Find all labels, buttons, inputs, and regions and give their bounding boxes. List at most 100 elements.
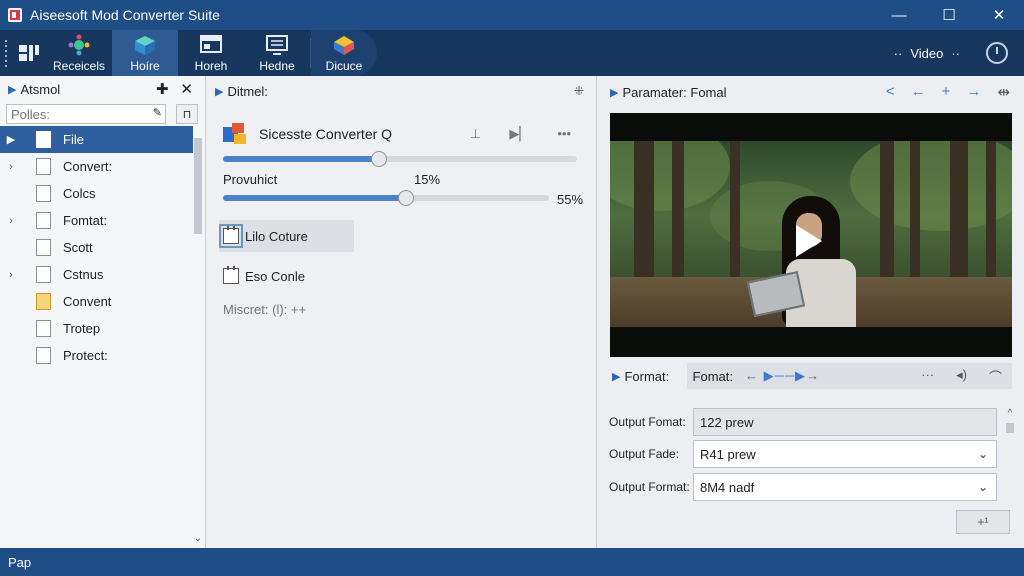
collapse-triangle-icon[interactable]: ▶ [610,86,618,99]
collapse-triangle-icon[interactable]: ▶ [8,83,16,96]
chevron-left-icon[interactable]: < [886,83,895,101]
converter-title: Sicesste Converter Q [259,126,393,142]
progress-slider[interactable] [223,190,549,206]
close-panel-icon[interactable]: ✕ [180,80,193,98]
edit-pen-icon[interactable]: ✎ [153,106,162,119]
collapse-icon[interactable]: ⇹ [997,83,1010,101]
menu-grid-icon[interactable] [12,30,46,76]
clock-icon[interactable] [986,42,1008,64]
pin-down-icon[interactable]: ⊥ [470,126,481,142]
arrow-right-icon[interactable]: → [966,83,981,101]
tree-item[interactable]: Colcs [0,180,193,207]
meta-text: Miscret: (l): ++ [223,302,307,317]
tree-item-label: Cstnus [63,267,104,282]
folder-tree: ▶ File › Convert: Colcs › Fomtat: Scott › Cstnus C… [0,126,193,369]
toolbar-item-dicuce[interactable]: Dicuce [311,30,377,76]
field-label: Output Format: [609,480,690,494]
tree-item-label: File [63,132,84,147]
library-panel: ▶ Atsmol ✚ ✕ ✎ ⊓ ▶ File › Convert: Colcs › Fom… [0,76,206,548]
library-panel-title: Atsmol [20,81,61,97]
field-value: 8M4 nadf [700,479,755,495]
progress-label: Provuhict [223,172,278,187]
slider-knob[interactable] [370,151,387,167]
expand-arrow-icon[interactable]: › [0,161,22,173]
puzzle-icon [66,34,92,56]
format-arrows-icon[interactable]: ← ▶──▶→ [745,368,820,384]
folder-icon [36,131,51,148]
video-preview[interactable] [610,113,1012,357]
more-icon[interactable]: ··· [921,367,934,386]
scrollbar-thumb[interactable] [194,138,202,234]
output-format-2-select[interactable]: 8M4 nadf ⌄ [693,473,997,501]
format-strip-label: Fomat: [692,368,734,384]
tree-item[interactable]: › Convert: [0,153,193,180]
folder-icon [36,266,51,283]
field-label: Output Fade: [609,447,680,461]
minimize-button[interactable]: — [874,0,924,30]
scroll-down-icon[interactable]: ⌄ [194,533,202,544]
parameter-panel-header: ▶ Paramater: Fomal < ← + → ⇹ [598,76,1024,108]
expand-arrow-icon[interactable]: › [0,269,22,281]
lilo-coture-button[interactable]: Lilo Coture [219,220,354,252]
settings-curve-icon[interactable]: ⌒ [989,367,1002,386]
tree-item[interactable]: Scott [0,234,193,261]
details-panel: ▶ Ditmel: ⁜ Sicesste Converter Q ⊥ ▶▏ ••… [207,76,597,548]
add-button[interactable]: +¹ [956,510,1010,534]
toolbar-grip[interactable] [0,30,12,76]
audio-icon[interactable]: ◂) [956,367,967,386]
tree-item-label: Convert: [63,159,113,174]
output-format-2-row: Output Format: 8M4 nadf ⌄ [609,473,999,501]
add-icon[interactable]: ✚ [156,80,169,98]
cube-icon [331,34,357,56]
format-toggle[interactable]: Format: [624,369,682,384]
output-fade-select[interactable]: R41 prew ⌄ [693,440,997,468]
parameter-scrollbar[interactable]: ^ [1004,408,1016,433]
format-bar: ▶ Format: Fomat: ← ▶──▶→ ··· ◂) ⌒ [610,363,1012,389]
more-icon[interactable]: ••• [557,126,571,142]
app-logo-icon [8,8,22,22]
expand-arrow-icon[interactable]: ▶ [0,133,22,146]
converter-row: Sicesste Converter Q ⊥ ▶▏ ••• [223,122,583,146]
maximize-button[interactable]: ☐ [924,0,974,30]
field-value: 122 prew [700,414,754,430]
tree-item[interactable]: Protect: [0,342,193,369]
toolbar-item-receicels[interactable]: Receicels [46,30,112,76]
filter-input[interactable] [6,104,166,124]
main-toolbar: Receicels Hoíre Horeh Hedne Dicuce ·· Vi… [0,30,1024,76]
video-dropdown-suffix: ·· [951,45,960,61]
toolbar-item-hedne[interactable]: Hedne [244,30,310,76]
title-bar: Aiseesoft Mod Converter Suite — ☐ ✕ [0,0,1024,30]
collapse-triangle-icon[interactable]: ▶ [612,370,620,383]
play-next-icon[interactable]: ▶▏ [509,126,529,142]
tree-item[interactable]: Trotep [0,315,193,342]
close-button[interactable]: ✕ [974,0,1024,30]
slider-fill [223,195,406,201]
filter-bar: ✎ ⊓ [0,102,205,126]
toolbar-item-label: Dicuce [325,59,363,73]
output-format-field[interactable]: 122 prew [693,408,997,436]
tree-item[interactable]: › Cstnus [0,261,193,288]
slider-knob[interactable] [397,190,414,206]
pin-button[interactable]: ⊓ [176,104,198,124]
plus-icon[interactable]: + [942,83,951,101]
calendar-icon [223,266,239,284]
expand-arrow-icon[interactable]: › [0,215,22,227]
toolbar-item-home[interactable]: Hoíre [112,30,178,76]
pin-icon[interactable]: ⁜ [574,84,584,98]
collapse-triangle-icon[interactable]: ▶ [215,85,223,98]
tree-item[interactable]: ▶ File [0,126,193,153]
eso-conle-button[interactable]: Eso Conle [219,260,305,292]
tree-item[interactable]: Convent [0,288,193,315]
scroll-up-icon[interactable]: ^ [1008,408,1013,419]
converter-slider[interactable] [223,151,577,167]
toolbar-item-horeh[interactable]: Horeh [178,30,244,76]
tree-item[interactable]: › Fomtat: [0,207,193,234]
video-dropdown[interactable]: ·· Video ·· [894,46,960,61]
arrow-left-icon[interactable]: ← [911,83,926,101]
tree-item-label: Trotep [63,321,101,336]
scrollbar-thumb[interactable] [1006,423,1014,433]
folder-icon [36,320,51,337]
play-icon[interactable] [796,225,822,257]
library-scrollbar[interactable] [193,126,203,546]
library-panel-header: ▶ Atsmol ✚ ✕ [0,76,205,102]
